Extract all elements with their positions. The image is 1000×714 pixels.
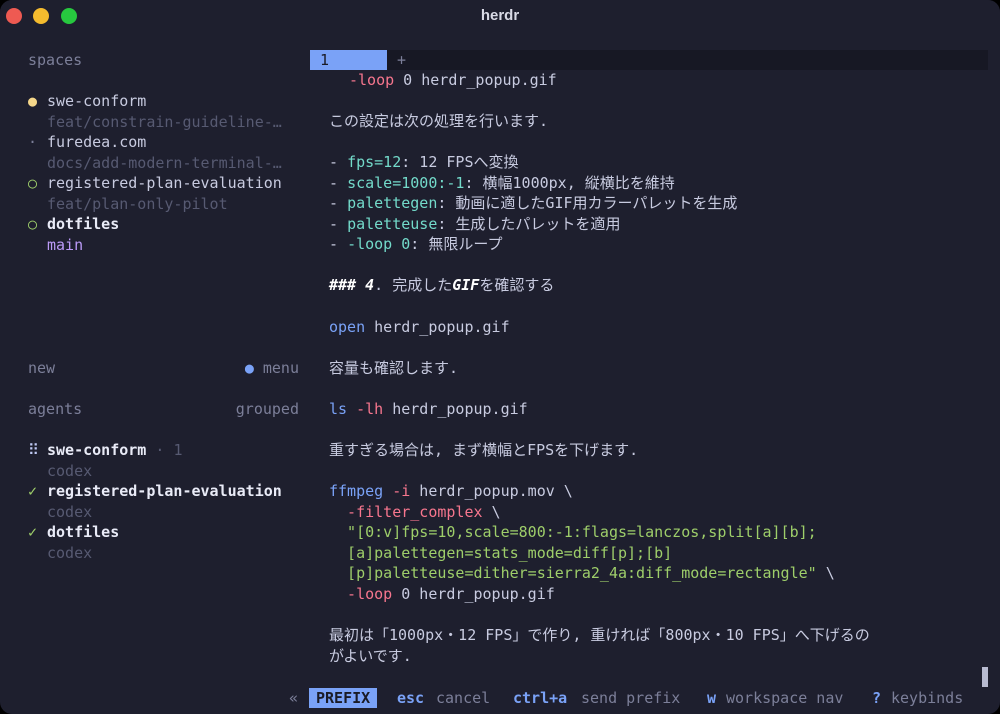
esc-key-hint: esc <box>397 689 425 707</box>
menu-label: menu <box>262 359 299 377</box>
terminal-line: - fps=12: 12 FPSへ変換 <box>329 153 519 171</box>
space-item-registered-plan-evaluation[interactable]: ○ registered-plan-evaluation <box>28 173 282 193</box>
prefix-mode-badge: PREFIX <box>309 688 378 708</box>
w-desc: workspace nav <box>726 689 844 707</box>
new-space-button[interactable]: new <box>28 358 55 378</box>
ctrl-a-key-hint: ctrl+a <box>513 689 568 707</box>
space-item-swe-conform[interactable]: ● swe-conform <box>28 91 146 111</box>
terminal-line: ls -lh herdr_popup.gif <box>329 400 528 418</box>
terminal-line: -loop 0 herdr_popup.gif <box>329 585 555 603</box>
agents-heading: agents <box>28 400 83 418</box>
agent-count-separator: · <box>155 441 165 459</box>
title-bar: herdr <box>0 0 1000 34</box>
agent-type: codex <box>47 544 93 562</box>
space-branch: main <box>47 236 84 254</box>
agent-name: swe-conform <box>47 441 147 459</box>
space-item-furedea[interactable]: · furedea.com <box>28 132 146 152</box>
status-bar: « PREFIX esc cancel ctrl+a send prefix w… <box>0 688 1000 708</box>
circle-icon: ○ <box>28 215 38 233</box>
terminal-line: ### 4. 完成したGIFを確認する <box>329 276 555 294</box>
w-key-hint: w <box>707 689 717 707</box>
spaces-heading: spaces <box>28 51 83 69</box>
terminal-line: 容量も確認します. <box>329 359 459 377</box>
tab-bar: 1 + <box>310 50 988 70</box>
terminal-line: open herdr_popup.gif <box>329 318 510 336</box>
terminal-line: この設定は次の処理を行います. <box>329 112 549 130</box>
terminal-line: ffmpeg -i herdr_popup.mov \ <box>329 482 573 500</box>
scrollbar-thumb[interactable] <box>982 667 988 687</box>
agent-type: codex <box>47 503 93 521</box>
menu-dot-icon: ● <box>244 359 254 377</box>
agent-count: 1 <box>173 441 183 459</box>
terminal-line: - palettegen: 動画に適したGIF用カラーパレットを生成 <box>329 194 738 212</box>
agent-item-dotfiles[interactable]: ✓ dotfiles <box>28 522 119 542</box>
terminal-line: - -loop 0: 無限ループ <box>329 235 503 253</box>
terminal-line: - paletteuse: 生成したパレットを適用 <box>329 215 621 233</box>
check-icon: ✓ <box>28 482 38 500</box>
working-spinner-icon: ⠿ <box>28 441 39 459</box>
agent-name: registered-plan-evaluation <box>47 482 282 500</box>
terminal-line: がよいです. <box>329 647 412 665</box>
terminal-pane[interactable]: 1 + -loop 0 herdr_popup.gif この設定は次の処理を行い… <box>310 34 1000 687</box>
space-branch: docs/add-modern-terminal-… <box>47 154 282 172</box>
terminal-line: [a]palettegen=stats_mode=diff[p];[b] <box>329 544 673 562</box>
terminal-line: 重すぎる場合は, まず横幅とFPSを下げます. <box>329 441 639 459</box>
idle-dot-icon: · <box>28 133 38 151</box>
esc-desc: cancel <box>436 689 491 707</box>
agent-item-swe-conform[interactable]: ⠿ swe-conform · 1 <box>28 440 182 460</box>
space-branch: feat/plan-only-pilot <box>47 195 228 213</box>
add-tab-button[interactable]: + <box>397 50 406 70</box>
grouped-toggle[interactable]: grouped <box>236 399 299 419</box>
active-dot-icon: ● <box>28 92 38 110</box>
terminal-window: herdr spaces ● swe-conform feat/constrain… <box>0 0 1000 714</box>
sidebar: spaces ● swe-conform feat/constrain-guide… <box>0 34 310 714</box>
circle-icon: ○ <box>28 174 38 192</box>
window-title: herdr <box>480 7 520 24</box>
space-name: furedea.com <box>47 133 147 151</box>
help-key-hint: ? <box>872 689 882 707</box>
collapse-sidebar-icon[interactable]: « <box>289 688 298 708</box>
terminal-line: 最初は「1000px・12 FPS」で作り, 重ければ「800px・10 FPS… <box>329 626 870 644</box>
agent-name: dotfiles <box>47 523 120 541</box>
space-name: dotfiles <box>47 215 120 233</box>
tab-1[interactable]: 1 <box>310 50 387 70</box>
space-branch: feat/constrain-guideline-… <box>47 113 282 131</box>
check-icon: ✓ <box>28 523 38 541</box>
space-item-dotfiles[interactable]: ○ dotfiles <box>28 214 119 234</box>
help-desc: keybinds <box>891 689 964 707</box>
space-name: registered-plan-evaluation <box>47 174 282 192</box>
menu-button[interactable]: ● menu <box>245 358 299 378</box>
agent-item-registered-plan-evaluation[interactable]: ✓ registered-plan-evaluation <box>28 481 282 501</box>
terminal-line: [p]paletteuse=dither=sierra2_4a:diff_mod… <box>329 564 835 582</box>
ctrl-a-desc: send prefix <box>581 689 681 707</box>
terminal-line: -filter_complex \ <box>329 503 501 521</box>
space-name: swe-conform <box>47 92 147 110</box>
terminal-line: -loop 0 herdr_popup.gif <box>349 71 557 89</box>
terminal-line: "[0:v]fps=10,scale=800:-1:flags=lanczos,… <box>329 523 817 541</box>
terminal-line: - scale=1000:-1: 横幅1000px, 縦横比を維持 <box>329 174 675 192</box>
agent-type: codex <box>47 462 93 480</box>
